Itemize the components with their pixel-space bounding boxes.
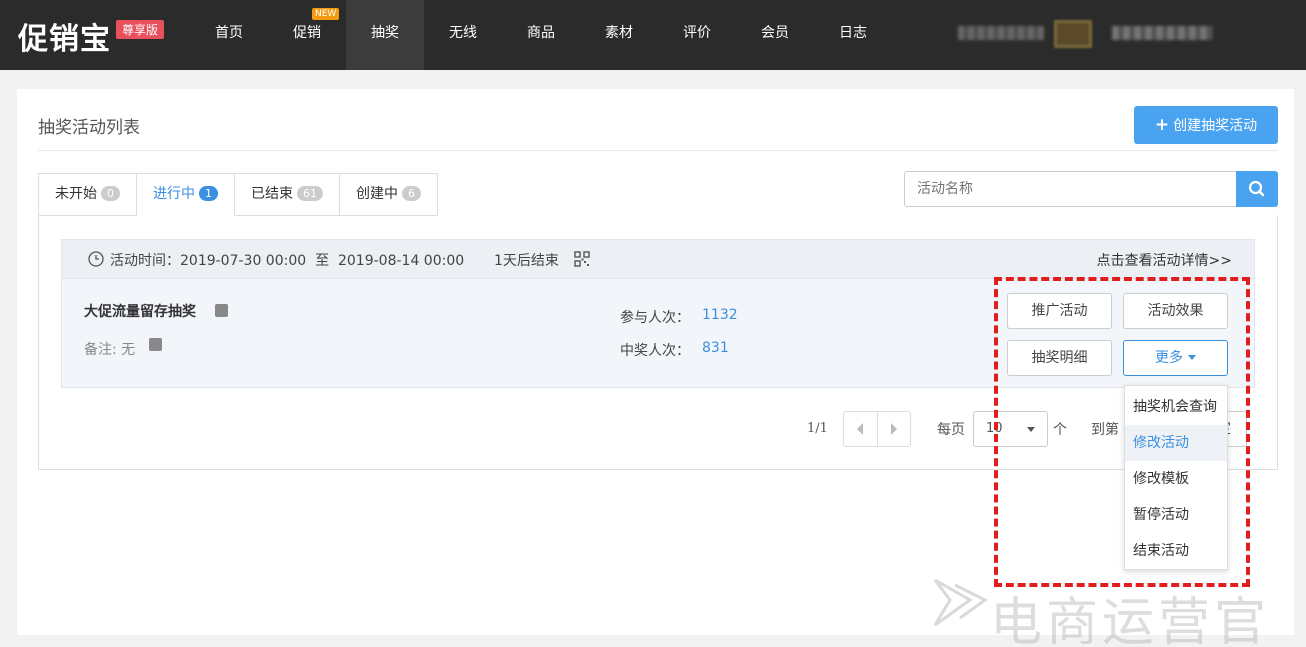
nav-label: 日志 bbox=[839, 25, 867, 41]
nav-item-wireless[interactable]: 无线 bbox=[424, 0, 502, 70]
time-label: 活动时间： bbox=[110, 253, 180, 269]
tab-count-badge: 1 bbox=[199, 186, 218, 201]
time-separator: 至 bbox=[315, 253, 330, 269]
nav-item-logs[interactable]: 日志 bbox=[814, 0, 892, 70]
nav-label: 无线 bbox=[449, 25, 477, 41]
status-tabs: 未开始 0 进行中 1 已结束 61 创建中 6 bbox=[38, 173, 438, 216]
nav-item-members[interactable]: 会员 bbox=[736, 0, 814, 70]
goto-page-label: 到第 bbox=[1091, 422, 1119, 438]
tab-count-badge: 61 bbox=[297, 186, 323, 201]
remark-value: 无 bbox=[121, 342, 136, 358]
nav-label: 会员 bbox=[761, 25, 789, 41]
more-dropdown-button[interactable]: 更多 bbox=[1123, 340, 1228, 376]
chevron-right-icon bbox=[890, 423, 897, 435]
next-page-button[interactable] bbox=[878, 412, 911, 446]
chevron-left-icon bbox=[857, 423, 864, 435]
tab-label: 已结束 bbox=[251, 186, 293, 202]
create-lottery-label: 创建抽奖活动 bbox=[1173, 118, 1258, 134]
search-input[interactable] bbox=[904, 171, 1237, 207]
tab-label: 创建中 bbox=[356, 186, 398, 202]
main-nav: 首页 促销 NEW 抽奖 无线 商品 素材 评价 会员 日志 bbox=[190, 0, 892, 70]
activity-name: 大促流量留存抽奖 bbox=[84, 304, 196, 320]
more-label: 更多 bbox=[1155, 350, 1183, 366]
nav-label: 素材 bbox=[605, 25, 633, 41]
tab-label: 未开始 bbox=[55, 186, 97, 202]
main-panel: 抽奖活动列表 +创建抽奖活动 未开始 0 进行中 1 已结束 61 创建中 6 活动时间… bbox=[17, 89, 1294, 635]
tab-creating[interactable]: 创建中 6 bbox=[340, 173, 438, 216]
blurred-user-name[interactable] bbox=[1112, 26, 1212, 40]
tab-not-started[interactable]: 未开始 0 bbox=[38, 173, 137, 216]
search-icon bbox=[1248, 180, 1265, 197]
menu-item-end-activity[interactable]: 结束活动 bbox=[1125, 533, 1227, 569]
avatar[interactable] bbox=[1054, 20, 1092, 48]
new-badge: NEW bbox=[312, 8, 340, 20]
participants-count[interactable]: 1132 bbox=[702, 307, 738, 323]
chevron-down-icon bbox=[1027, 427, 1035, 432]
per-page-select[interactable]: 10 bbox=[973, 411, 1048, 447]
end-time: 2019-08-14 00:00 bbox=[337, 253, 465, 269]
per-page-value: 10 bbox=[986, 421, 1003, 436]
clock-icon bbox=[88, 251, 104, 267]
nav-item-home[interactable]: 首页 bbox=[190, 0, 268, 70]
menu-item-edit-template[interactable]: 修改模板 bbox=[1125, 461, 1227, 497]
menu-item-edit-activity[interactable]: 修改活动 bbox=[1125, 425, 1227, 461]
edit-name-icon[interactable] bbox=[215, 304, 228, 317]
pager bbox=[843, 411, 911, 447]
nav-item-reviews[interactable]: 评价 bbox=[658, 0, 736, 70]
activity-detail-link[interactable]: 点击查看活动详情>> bbox=[1097, 250, 1232, 270]
nav-label: 促销 bbox=[293, 25, 321, 41]
winners-count[interactable]: 831 bbox=[702, 340, 729, 356]
tab-ended[interactable]: 已结束 61 bbox=[235, 173, 340, 216]
winners-label: 中奖人次： bbox=[620, 343, 690, 359]
nav-label: 抽奖 bbox=[371, 25, 399, 41]
nav-item-promotion[interactable]: 促销 NEW bbox=[268, 0, 346, 70]
top-navbar: 促销宝 尊享版 首页 促销 NEW 抽奖 无线 商品 素材 评价 会员 日志 bbox=[0, 0, 1306, 70]
more-dropdown-menu: 抽奖机会查询 修改活动 修改模板 暂停活动 结束活动 bbox=[1124, 385, 1228, 570]
tab-count-badge: 0 bbox=[101, 186, 120, 201]
start-time: 2019-07-30 00:00 bbox=[180, 253, 307, 269]
nav-item-materials[interactable]: 素材 bbox=[580, 0, 658, 70]
per-page-unit: 个 bbox=[1053, 422, 1067, 438]
remark-label: 备注: bbox=[84, 342, 117, 358]
activity-time: 活动时间：2019-07-30 00:00 至 2019-08-14 00:00 bbox=[110, 250, 464, 270]
page-indicator: 1/1 bbox=[807, 421, 828, 436]
lottery-details-button[interactable]: 抽奖明细 bbox=[1007, 340, 1112, 376]
nav-label: 评价 bbox=[683, 25, 711, 41]
nav-label: 商品 bbox=[527, 25, 555, 41]
activity-card-header: 活动时间：2019-07-30 00:00 至 2019-08-14 00:00… bbox=[61, 239, 1255, 279]
menu-item-query-chances[interactable]: 抽奖机会查询 bbox=[1125, 389, 1227, 425]
app-logo[interactable]: 促销宝 bbox=[18, 14, 111, 58]
edition-badge: 尊享版 bbox=[116, 20, 165, 39]
page-title: 抽奖活动列表 bbox=[38, 118, 140, 138]
menu-item-pause-activity[interactable]: 暂停活动 bbox=[1125, 497, 1227, 533]
prev-page-button[interactable] bbox=[844, 412, 878, 446]
divider bbox=[38, 150, 1278, 151]
activity-effect-button[interactable]: 活动效果 bbox=[1123, 293, 1228, 329]
edit-remark-icon[interactable] bbox=[149, 338, 162, 351]
tab-label: 进行中 bbox=[153, 186, 195, 202]
plus-icon: + bbox=[1154, 115, 1170, 135]
blurred-shop-name[interactable] bbox=[958, 26, 1044, 40]
search-button[interactable] bbox=[1236, 171, 1278, 207]
nav-label: 首页 bbox=[215, 25, 243, 41]
countdown-text: 1天后结束 bbox=[494, 253, 559, 269]
tab-in-progress[interactable]: 进行中 1 bbox=[137, 173, 235, 216]
nav-item-products[interactable]: 商品 bbox=[502, 0, 580, 70]
promote-activity-button[interactable]: 推广活动 bbox=[1007, 293, 1112, 329]
nav-item-lottery[interactable]: 抽奖 bbox=[346, 0, 424, 70]
qr-code-icon[interactable] bbox=[574, 251, 590, 267]
participants-label: 参与人次： bbox=[620, 310, 690, 326]
chevron-down-icon bbox=[1188, 355, 1196, 360]
create-lottery-button[interactable]: + 创建抽奖活动 bbox=[1134, 106, 1278, 144]
activity-remark: 备注: 无 bbox=[84, 339, 135, 359]
tab-count-badge: 6 bbox=[402, 186, 421, 201]
per-page-label: 每页 bbox=[937, 422, 965, 438]
